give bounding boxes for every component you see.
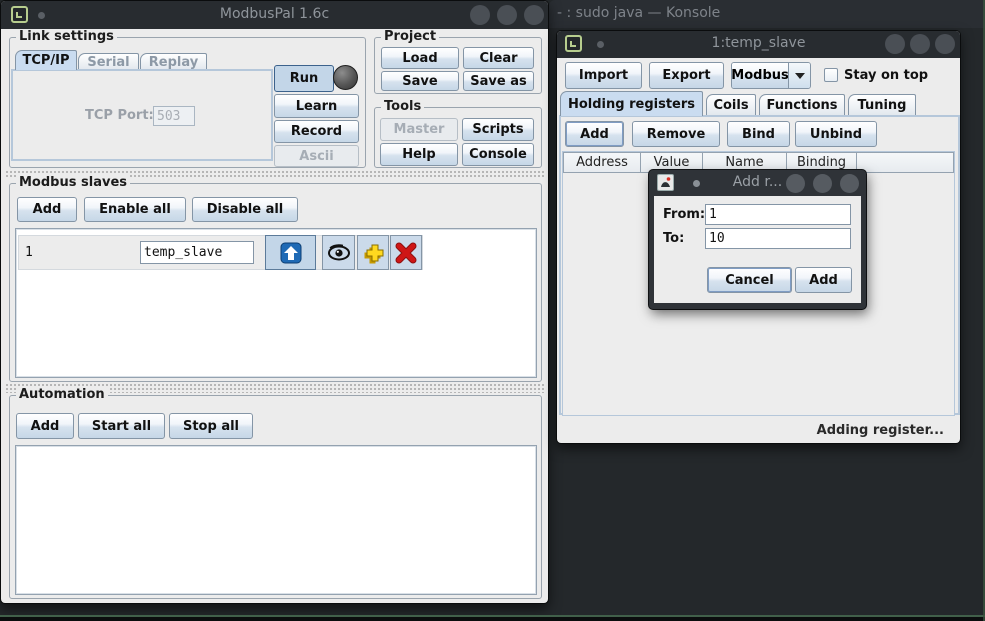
close-button[interactable] — [524, 5, 544, 25]
slave-enable-toggle[interactable] — [265, 235, 316, 270]
run-button[interactable]: Run — [274, 65, 334, 92]
arrow-up-icon — [279, 241, 303, 265]
stay-on-top-checkbox[interactable] — [824, 68, 838, 82]
status-text: Adding register... — [817, 423, 944, 438]
link-settings-title: Link settings — [16, 29, 117, 44]
slave-delete-button[interactable] — [390, 235, 422, 270]
header-address[interactable]: Address — [563, 152, 641, 173]
record-button[interactable]: Record — [274, 120, 359, 143]
add-register-button[interactable]: Add — [565, 121, 624, 147]
remove-register-button[interactable]: Remove — [632, 121, 720, 147]
maximize-button[interactable] — [910, 34, 930, 54]
help-button[interactable]: Help — [380, 143, 458, 166]
tab-coils[interactable]: Coils — [706, 94, 756, 116]
cancel-button[interactable]: Cancel — [707, 267, 792, 293]
mode-select[interactable]: Modbus — [731, 62, 811, 89]
konsole-title: - : sudo java — Konsole — [557, 5, 720, 21]
dialog-add-button[interactable]: Add — [795, 267, 852, 293]
master-button[interactable]: Master — [380, 118, 458, 141]
temp-slave-titlebar[interactable]: 1:temp_slave — [557, 31, 960, 58]
dialog-title: Add r... — [649, 174, 866, 190]
slave-name-field[interactable] — [140, 241, 254, 264]
minimize-button[interactable] — [470, 5, 490, 25]
eye-icon — [327, 244, 351, 261]
desktop: - : sudo java — Konsole ModbusPal 1.6c L… — [0, 0, 985, 621]
close-button[interactable] — [935, 34, 955, 54]
tab-replay[interactable]: Replay — [140, 53, 207, 70]
minimize-button[interactable] — [786, 174, 805, 193]
project-title: Project — [381, 29, 439, 44]
konsole-titlebar[interactable]: - : sudo java — Konsole — [549, 0, 985, 28]
add-automation-button[interactable]: Add — [16, 413, 74, 439]
tab-holding-registers[interactable]: Holding registers — [560, 91, 703, 116]
add-slave-button[interactable]: Add — [17, 197, 77, 222]
load-button[interactable]: Load — [381, 47, 459, 69]
modbuspal-window: ModbusPal 1.6c Link settings TCP/IP Seri… — [0, 0, 549, 604]
delete-x-icon — [395, 242, 417, 264]
save-as-button[interactable]: Save as — [463, 71, 534, 91]
stay-on-top-label: Stay on top — [844, 68, 928, 83]
export-button[interactable]: Export — [649, 62, 724, 89]
window-title: ModbusPal 1.6c — [1, 6, 548, 22]
tab-tcpip[interactable]: TCP/IP — [15, 50, 77, 70]
header-filler — [857, 152, 954, 173]
start-all-button[interactable]: Start all — [78, 413, 165, 439]
scripts-button[interactable]: Scripts — [462, 118, 534, 141]
plus-icon — [362, 242, 384, 264]
save-button[interactable]: Save — [381, 71, 459, 91]
slave-id: 1 — [25, 245, 33, 260]
to-label: To: — [663, 231, 684, 246]
slave-view-button[interactable] — [322, 235, 355, 270]
tab-serial[interactable]: Serial — [78, 53, 139, 70]
tools-title: Tools — [381, 99, 424, 114]
modbus-slaves-title: Modbus slaves — [16, 175, 130, 190]
bind-button[interactable]: Bind — [727, 121, 790, 147]
tcp-port-label: TCP Port: — [85, 108, 154, 123]
console-button[interactable]: Console — [462, 143, 534, 166]
minimize-button[interactable] — [885, 34, 905, 54]
unbind-button[interactable]: Unbind — [795, 121, 877, 147]
from-label: From: — [663, 207, 705, 222]
enable-all-button[interactable]: Enable all — [84, 197, 186, 222]
clear-button[interactable]: Clear — [463, 47, 534, 69]
stop-all-button[interactable]: Stop all — [169, 413, 253, 439]
dialog-content: From: To: Cancel Add — [654, 196, 861, 303]
maximize-button[interactable] — [497, 5, 517, 25]
to-field[interactable] — [705, 228, 851, 249]
learn-button[interactable]: Learn — [274, 94, 359, 118]
add-registers-dialog: Add r... From: To: Cancel Add — [649, 170, 866, 309]
slave-duplicate-button[interactable] — [357, 235, 389, 270]
maximize-button[interactable] — [813, 174, 832, 193]
screen-edge — [0, 617, 985, 621]
tcp-port-field[interactable] — [153, 106, 195, 126]
ascii-button[interactable]: Ascii — [274, 145, 359, 167]
automation-list-panel — [15, 445, 537, 595]
tab-functions[interactable]: Functions — [759, 94, 845, 116]
mode-select-value: Modbus — [732, 63, 788, 88]
import-button[interactable]: Import — [565, 62, 642, 89]
disable-all-button[interactable]: Disable all — [192, 197, 298, 222]
modbuspal-titlebar[interactable]: ModbusPal 1.6c — [1, 1, 548, 29]
tab-tuning[interactable]: Tuning — [848, 94, 916, 116]
from-field[interactable] — [705, 204, 851, 225]
link-status-led-icon — [333, 65, 358, 90]
close-button[interactable] — [840, 174, 859, 193]
chevron-down-icon — [788, 63, 810, 88]
automation-title: Automation — [16, 387, 108, 402]
